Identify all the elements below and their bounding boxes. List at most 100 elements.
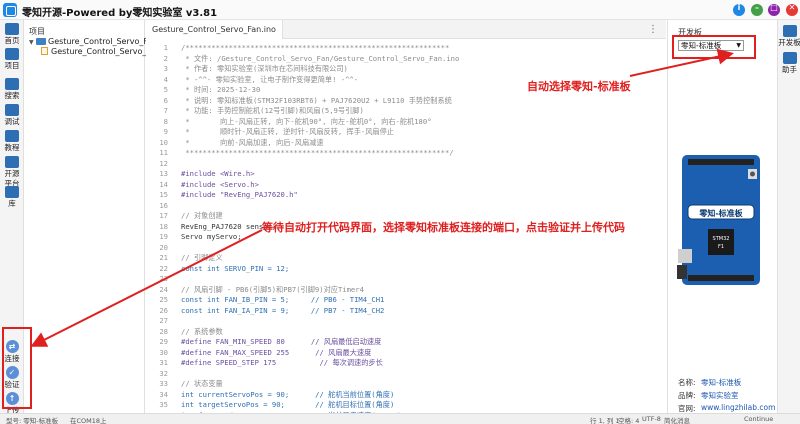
status-continue[interactable]: Continue: [744, 415, 773, 423]
board-image: STM32 F1: [677, 155, 760, 285]
folder-icon: [36, 38, 46, 45]
line-number: 5: [163, 85, 168, 94]
status-board[interactable]: 型号: 零知-标准板: [6, 415, 58, 424]
line-number: 6: [163, 95, 168, 105]
chevron-down-icon: ▼: [29, 39, 34, 46]
line-number: 26: [159, 305, 168, 315]
mcu-chip-graphic: [708, 229, 734, 255]
line-number: 21: [159, 253, 168, 262]
minimize-button[interactable]: –: [751, 3, 763, 16]
board-select-highlight: [672, 35, 756, 59]
status-port[interactable]: 在COM18上: [70, 415, 107, 424]
board-info-name-value: 零知-标准板: [701, 378, 742, 387]
folder-icon: [5, 48, 19, 60]
code-text: // 风扇引脚 - PB6(引脚5)和PB7(引脚9)对应Timer4: [181, 284, 364, 294]
status-format[interactable]: 简化消息: [664, 415, 690, 424]
code-text: // 系统参数: [181, 326, 223, 336]
annotation-auto-select: 自动选择零知-标准板: [527, 80, 631, 93]
board-panel: 开发板 零知-标准板 ▼ STM32 F1 零知-标准板 名称: 零知-标准板 …: [667, 20, 776, 413]
status-position[interactable]: 行 1, 列 1: [590, 415, 620, 424]
line-number: 23: [159, 274, 168, 283]
code-text: #include <Wire.h>: [181, 169, 255, 178]
status-bar: 型号: 零知-标准板 在COM18上 行 1, 列 1 空格: 4 UTF-8 …: [0, 413, 800, 424]
line-number: 3: [163, 64, 168, 73]
sidebar-item-project[interactable]: 项目: [0, 48, 24, 70]
code-text: #define FAN_MIN_SPEED 80 // 风扇最低启动速度: [181, 337, 382, 346]
close-button[interactable]: ✕: [786, 3, 798, 16]
board-icon: [782, 25, 797, 37]
library-icon: [5, 186, 19, 198]
code-text: * 作者: 零知实验室(深圳市在芯间科技有限公司): [181, 64, 348, 73]
status-encoding[interactable]: UTF-8: [642, 415, 661, 423]
editor-tab-bar: Gesture_Control_Servo_Fan.ino ⋮: [146, 20, 666, 39]
code-text: * 向上-风扇正转, 向下-舵机90°, 向左-舵机0°, 向右-舵机180°: [181, 116, 432, 126]
line-number: 1: [163, 43, 168, 52]
line-number: 11: [159, 148, 168, 157]
line-number: 24: [159, 284, 168, 294]
code-text: #define SPEED_STEP 175 // 每次调速的步长: [181, 358, 383, 367]
code-text: // 引脚定义: [181, 253, 223, 262]
sidebar-item-assistant[interactable]: 助手: [778, 52, 800, 74]
annotation-instruction: 等待自动打开代码界面，选择零知标准板连接的端口，点击验证并上传代码: [262, 221, 625, 234]
board-info-brand-label: 品牌:: [678, 391, 696, 400]
code-text: const int FAN_IA_PIN = 9; // PB7 - TIM4_…: [181, 305, 385, 315]
line-number: 30: [159, 347, 168, 357]
line-number: 20: [159, 242, 168, 252]
assistant-icon: [782, 52, 797, 64]
line-number: 32: [159, 368, 168, 378]
line-number: 13: [159, 169, 168, 178]
right-activity-bar: 开发板 助手: [777, 20, 800, 413]
more-options-icon[interactable]: ⋮: [648, 24, 658, 35]
app-logo-icon: [3, 3, 17, 17]
line-number: 27: [159, 316, 168, 325]
book-icon: [5, 130, 19, 142]
code-text: ****************************************…: [181, 148, 454, 157]
chip-label-top: STM32: [713, 236, 730, 242]
tab-ino-file[interactable]: Gesture_Control_Servo_Fan.ino: [146, 20, 283, 39]
line-number: 16: [159, 200, 168, 210]
code-text: #define FAN_MAX_SPEED 255 // 风扇最大速度: [181, 347, 372, 357]
header-pins-bottom: [688, 275, 754, 281]
code-text: #include "RevEng_PAJ7620.h": [181, 190, 298, 199]
code-text: // 对象创建: [181, 211, 223, 220]
project-folder-name: Gesture_Control_Servo_Fan: [48, 37, 158, 46]
sidebar-item-open-source-platform[interactable]: 开源 平台: [0, 156, 24, 188]
sidebar-item-search[interactable]: 搜索: [0, 78, 24, 100]
sidebar-item-tutorial[interactable]: 教程: [0, 130, 24, 152]
board-info-name-label: 名称:: [678, 378, 696, 387]
usb-port-graphic: [678, 249, 692, 263]
info-button[interactable]: i: [733, 3, 745, 16]
line-number: 29: [159, 337, 168, 346]
project-panel-title: 项目: [29, 27, 45, 36]
sidebar-item-board[interactable]: 开发板: [778, 25, 800, 47]
code-text: const int SERVO_PIN = 12;: [181, 263, 290, 273]
board-name-label: 零知-标准板: [699, 209, 743, 218]
line-number: 2: [163, 53, 168, 63]
line-number: 7: [163, 106, 168, 115]
app-title: 零知开源-Powered by零知实验室 v3.81: [22, 8, 218, 19]
line-number: 4: [163, 74, 168, 84]
line-number: 12: [159, 158, 168, 168]
maximize-button[interactable]: □: [768, 3, 780, 16]
board-info-site-link[interactable]: www.lingzhilab.com: [701, 403, 775, 412]
sidebar-item-debug[interactable]: 调试: [0, 104, 24, 126]
sidebar-item-library[interactable]: 库: [0, 186, 24, 208]
open-source-icon: [5, 156, 19, 168]
title-bar: 零知开源-Powered by零知实验室 v3.81 i – □ ✕: [0, 0, 800, 20]
line-number: 9: [163, 127, 168, 136]
line-number: 15: [159, 190, 168, 199]
code-text: * -^^- 零知实验室, 让电子制作变得更简单! -^^-: [181, 74, 359, 84]
line-number: 19: [159, 232, 168, 241]
line-number: 33: [159, 379, 168, 388]
debug-icon: [5, 104, 19, 116]
header-pins: [688, 159, 754, 165]
file-icon: [41, 47, 48, 55]
line-number: 28: [159, 326, 168, 336]
sidebar-item-home[interactable]: 首页: [0, 23, 24, 45]
status-spaces[interactable]: 空格: 4: [618, 415, 639, 424]
code-text: * 向前-风扇加速, 向后-风扇减速: [181, 137, 324, 147]
board-info-brand-value: 零知实验室: [701, 391, 739, 400]
line-number: 22: [159, 263, 168, 273]
code-text: int currentServoPos = 90; // 舵机当前位置(角度): [181, 389, 395, 399]
line-number: 35: [159, 400, 168, 409]
